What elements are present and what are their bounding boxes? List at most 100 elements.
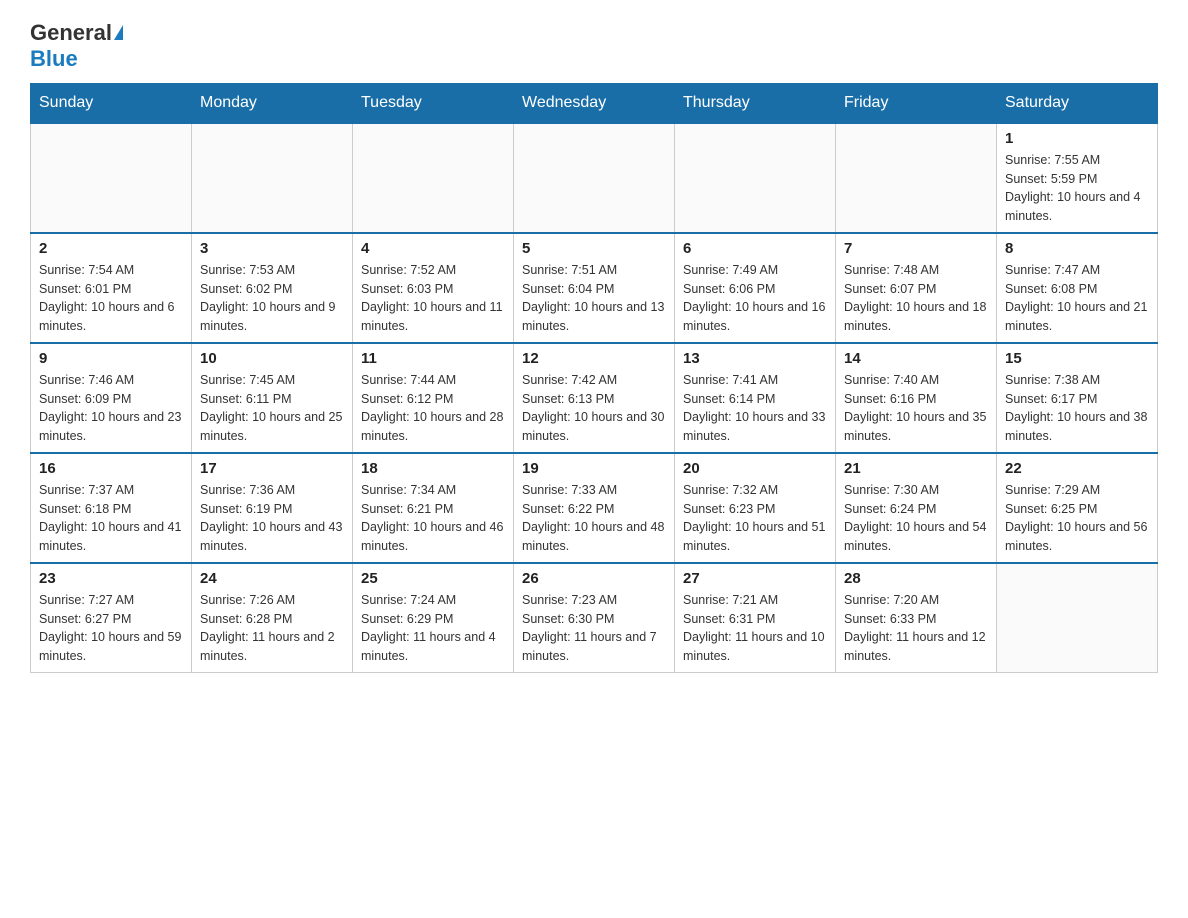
calendar-cell: 15Sunrise: 7:38 AMSunset: 6:17 PMDayligh…: [997, 343, 1158, 453]
day-info: Sunrise: 7:26 AMSunset: 6:28 PMDaylight:…: [200, 591, 344, 666]
week-row-3: 9 Sunrise: 7:46 AMSunset: 6:09 PMDaylight…: [31, 343, 1158, 453]
day-number: 8: [1005, 240, 1149, 257]
day-info: Sunrise: 7:44 AMSunset: 6:12 PMDaylight:…: [361, 371, 505, 446]
calendar-cell: 24Sunrise: 7:26 AMSunset: 6:28 PMDayligh…: [192, 563, 353, 673]
weekday-header-monday: Monday: [192, 83, 353, 123]
day-number: 25: [361, 570, 505, 587]
day-number: 10: [200, 350, 344, 367]
calendar-cell: 17 Sunrise: 7:36 AMSunset: 6:19 PMDayligh…: [192, 453, 353, 563]
calendar-cell: [31, 123, 192, 233]
day-number: 20: [683, 460, 827, 477]
day-number: 27: [683, 570, 827, 587]
calendar-cell: 25 Sunrise: 7:24 AMSunset: 6:29 PMDayligh…: [353, 563, 514, 673]
day-number: 12: [522, 350, 666, 367]
weekday-header-row: SundayMondayTuesdayWednesdayThursdayFrid…: [31, 83, 1158, 123]
calendar-cell: 26 Sunrise: 7:23 AMSunset: 6:30 PMDayligh…: [514, 563, 675, 673]
calendar-cell: 3Sunrise: 7:53 AMSunset: 6:02 PMDaylight…: [192, 233, 353, 343]
calendar-cell: 12 Sunrise: 7:42 AMSunset: 6:13 PMDayligh…: [514, 343, 675, 453]
day-info: Sunrise: 7:32 AMSunset: 6:23 PMDaylight:…: [683, 481, 827, 556]
calendar-cell: 19Sunrise: 7:33 AMSunset: 6:22 PMDayligh…: [514, 453, 675, 563]
calendar-cell: 4 Sunrise: 7:52 AMSunset: 6:03 PMDaylight…: [353, 233, 514, 343]
day-info: Sunrise: 7:29 AMSunset: 6:25 PMDaylight:…: [1005, 481, 1149, 556]
day-info: Sunrise: 7:34 AMSunset: 6:21 PMDaylight:…: [361, 481, 505, 556]
week-row-4: 16 Sunrise: 7:37 AMSunset: 6:18 PMDayligh…: [31, 453, 1158, 563]
day-info: Sunrise: 7:49 AMSunset: 6:06 PMDaylight:…: [683, 261, 827, 336]
calendar-cell: 5 Sunrise: 7:51 AMSunset: 6:04 PMDaylight…: [514, 233, 675, 343]
day-info: Sunrise: 7:37 AMSunset: 6:18 PMDaylight:…: [39, 481, 183, 556]
day-number: 16: [39, 460, 183, 477]
day-info: Sunrise: 7:42 AMSunset: 6:13 PMDaylight:…: [522, 371, 666, 446]
day-info: Sunrise: 7:46 AMSunset: 6:09 PMDaylight:…: [39, 371, 183, 446]
day-info: Sunrise: 7:24 AMSunset: 6:29 PMDaylight:…: [361, 591, 505, 666]
day-info: Sunrise: 7:54 AMSunset: 6:01 PMDaylight:…: [39, 261, 183, 336]
day-number: 1: [1005, 130, 1149, 147]
day-info: Sunrise: 7:20 AMSunset: 6:33 PMDaylight:…: [844, 591, 988, 666]
day-number: 21: [844, 460, 988, 477]
day-number: 7: [844, 240, 988, 257]
calendar-table: SundayMondayTuesdayWednesdayThursdayFrid…: [30, 83, 1158, 673]
day-info: Sunrise: 7:45 AMSunset: 6:11 PMDaylight:…: [200, 371, 344, 446]
day-number: 19: [522, 460, 666, 477]
calendar-cell: 22 Sunrise: 7:29 AMSunset: 6:25 PMDayligh…: [997, 453, 1158, 563]
week-row-2: 2 Sunrise: 7:54 AMSunset: 6:01 PMDaylight…: [31, 233, 1158, 343]
day-info: Sunrise: 7:23 AMSunset: 6:30 PMDaylight:…: [522, 591, 666, 666]
weekday-header-saturday: Saturday: [997, 83, 1158, 123]
calendar-cell: [997, 563, 1158, 673]
weekday-header-wednesday: Wednesday: [514, 83, 675, 123]
calendar-cell: [836, 123, 997, 233]
calendar-cell: 18 Sunrise: 7:34 AMSunset: 6:21 PMDayligh…: [353, 453, 514, 563]
logo-wrapper: General Blue: [30, 20, 123, 73]
day-info: Sunrise: 7:51 AMSunset: 6:04 PMDaylight:…: [522, 261, 666, 336]
day-number: 26: [522, 570, 666, 587]
day-number: 9: [39, 350, 183, 367]
calendar-cell: 23 Sunrise: 7:27 AMSunset: 6:27 PMDayligh…: [31, 563, 192, 673]
weekday-header-friday: Friday: [836, 83, 997, 123]
day-info: Sunrise: 7:36 AMSunset: 6:19 PMDaylight:…: [200, 481, 344, 556]
week-row-1: 1 Sunrise: 7:55 AMSunset: 5:59 PMDaylight…: [31, 123, 1158, 233]
day-number: 18: [361, 460, 505, 477]
day-number: 23: [39, 570, 183, 587]
calendar-cell: 8 Sunrise: 7:47 AMSunset: 6:08 PMDaylight…: [997, 233, 1158, 343]
weekday-header-tuesday: Tuesday: [353, 83, 514, 123]
logo-triangle-icon: [114, 25, 123, 40]
day-info: Sunrise: 7:55 AMSunset: 5:59 PMDaylight:…: [1005, 151, 1149, 226]
day-info: Sunrise: 7:53 AMSunset: 6:02 PMDaylight:…: [200, 261, 344, 336]
day-info: Sunrise: 7:41 AMSunset: 6:14 PMDaylight:…: [683, 371, 827, 446]
calendar-cell: 14Sunrise: 7:40 AMSunset: 6:16 PMDayligh…: [836, 343, 997, 453]
day-info: Sunrise: 7:47 AMSunset: 6:08 PMDaylight:…: [1005, 261, 1149, 336]
logo-text-general: General: [30, 20, 112, 46]
weekday-header-sunday: Sunday: [31, 83, 192, 123]
day-number: 13: [683, 350, 827, 367]
day-info: Sunrise: 7:40 AMSunset: 6:16 PMDaylight:…: [844, 371, 988, 446]
calendar-cell: 1 Sunrise: 7:55 AMSunset: 5:59 PMDaylight…: [997, 123, 1158, 233]
calendar-cell: 21Sunrise: 7:30 AMSunset: 6:24 PMDayligh…: [836, 453, 997, 563]
calendar-cell: 20 Sunrise: 7:32 AMSunset: 6:23 PMDayligh…: [675, 453, 836, 563]
day-info: Sunrise: 7:52 AMSunset: 6:03 PMDaylight:…: [361, 261, 505, 336]
calendar-cell: 16 Sunrise: 7:37 AMSunset: 6:18 PMDayligh…: [31, 453, 192, 563]
day-info: Sunrise: 7:27 AMSunset: 6:27 PMDaylight:…: [39, 591, 183, 666]
day-number: 22: [1005, 460, 1149, 477]
day-number: 11: [361, 350, 505, 367]
page-header: General Blue: [30, 20, 1158, 73]
calendar-cell: 10 Sunrise: 7:45 AMSunset: 6:11 PMDayligh…: [192, 343, 353, 453]
week-row-5: 23 Sunrise: 7:27 AMSunset: 6:27 PMDayligh…: [31, 563, 1158, 673]
calendar-cell: 13 Sunrise: 7:41 AMSunset: 6:14 PMDayligh…: [675, 343, 836, 453]
day-info: Sunrise: 7:48 AMSunset: 6:07 PMDaylight:…: [844, 261, 988, 336]
calendar-cell: [514, 123, 675, 233]
calendar-cell: 6 Sunrise: 7:49 AMSunset: 6:06 PMDaylight…: [675, 233, 836, 343]
calendar-cell: 2 Sunrise: 7:54 AMSunset: 6:01 PMDaylight…: [31, 233, 192, 343]
day-info: Sunrise: 7:38 AMSunset: 6:17 PMDaylight:…: [1005, 371, 1149, 446]
day-number: 5: [522, 240, 666, 257]
calendar-cell: 9 Sunrise: 7:46 AMSunset: 6:09 PMDaylight…: [31, 343, 192, 453]
weekday-header-thursday: Thursday: [675, 83, 836, 123]
day-number: 28: [844, 570, 988, 587]
day-number: 4: [361, 240, 505, 257]
day-number: 17: [200, 460, 344, 477]
logo: General Blue: [30, 20, 123, 73]
calendar-cell: 27Sunrise: 7:21 AMSunset: 6:31 PMDayligh…: [675, 563, 836, 673]
calendar-cell: [353, 123, 514, 233]
calendar-cell: 11 Sunrise: 7:44 AMSunset: 6:12 PMDayligh…: [353, 343, 514, 453]
calendar-cell: [192, 123, 353, 233]
day-number: 6: [683, 240, 827, 257]
day-number: 2: [39, 240, 183, 257]
